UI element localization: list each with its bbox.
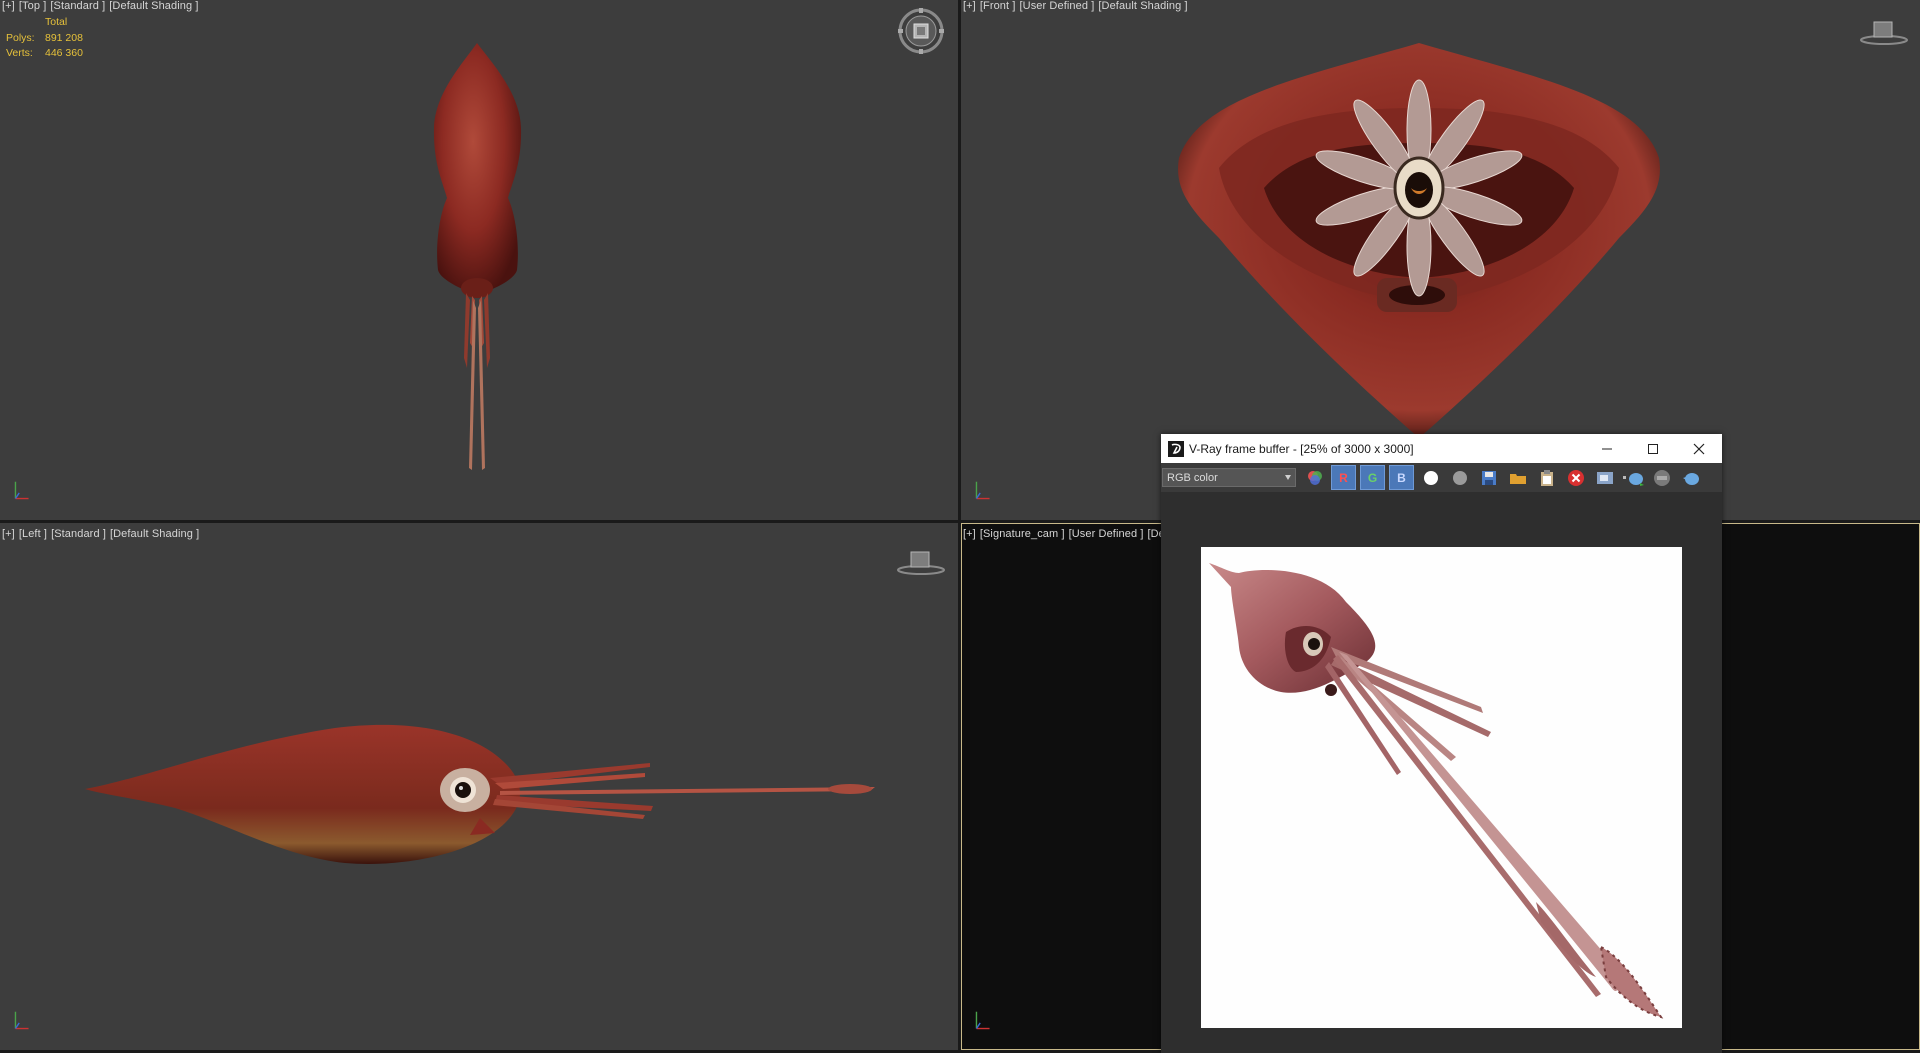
viewport-label[interactable]: [+] [Left ] [Standard ] [Default Shading ] bbox=[2, 528, 203, 540]
viewport-standard-menu[interactable]: [Standard ] bbox=[50, 0, 105, 12]
render-button[interactable] bbox=[1621, 465, 1646, 490]
open-icon bbox=[1509, 473, 1526, 484]
axis-tripod-icon bbox=[975, 481, 990, 500]
color-corrections-icon bbox=[1307, 470, 1322, 485]
region-render-button[interactable] bbox=[1592, 465, 1617, 490]
viewport-label[interactable]: [+] [Signature_cam ] [User Defined ] [De bbox=[963, 528, 1169, 540]
viewport-label[interactable]: [+] [Top ] [Standard ] [Default Shading ] bbox=[2, 0, 203, 12]
squid-side-view bbox=[85, 724, 875, 864]
polys-label: Polys: bbox=[6, 31, 35, 44]
viewport-shading-menu[interactable]: [Default Shading ] bbox=[110, 528, 199, 540]
viewport-view-menu[interactable]: [Top ] bbox=[19, 0, 47, 12]
viewport-view-menu[interactable]: [Signature_cam ] bbox=[980, 528, 1065, 540]
maximize-button[interactable] bbox=[1630, 434, 1676, 463]
rendered-squid-image bbox=[1209, 563, 1664, 1019]
vray-frame-buffer-window[interactable]: V-Ray frame buffer - [25% of 3000 x 3000… bbox=[1161, 434, 1722, 1053]
channel-select[interactable]: RGB color bbox=[1162, 468, 1296, 487]
viewcube-icon[interactable] bbox=[897, 7, 945, 55]
axis-tripod-icon bbox=[14, 1011, 29, 1030]
channel-g-toggle[interactable]: G bbox=[1360, 465, 1385, 490]
render-teapot-icon bbox=[1622, 472, 1644, 486]
stop-render-button[interactable] bbox=[1649, 465, 1674, 490]
gray-dot-icon bbox=[1452, 470, 1467, 485]
axis-tripod-icon bbox=[14, 481, 29, 500]
minimize-button[interactable] bbox=[1584, 434, 1630, 463]
verts-value: 446 360 bbox=[45, 47, 83, 59]
load-image-button[interactable] bbox=[1505, 465, 1530, 490]
viewport-standard-menu[interactable]: [User Defined ] bbox=[1020, 0, 1095, 12]
minimize-icon bbox=[1602, 448, 1612, 449]
clipboard-icon bbox=[1540, 469, 1553, 486]
vfb-title-bar[interactable]: V-Ray frame buffer - [25% of 3000 x 3000… bbox=[1161, 434, 1722, 463]
channel-r-toggle[interactable]: R bbox=[1331, 465, 1356, 490]
close-button[interactable] bbox=[1676, 434, 1722, 463]
copy-to-clipboard-button[interactable] bbox=[1534, 465, 1559, 490]
viewport-view-menu[interactable]: [Front ] bbox=[980, 0, 1016, 12]
polys-value: 891 208 bbox=[45, 31, 83, 44]
save-image-button[interactable] bbox=[1476, 465, 1501, 490]
channel-r-label: R bbox=[1339, 470, 1348, 485]
viewport-standard-menu[interactable]: [User Defined ] bbox=[1069, 528, 1144, 540]
vfb-title: V-Ray frame buffer - [25% of 3000 x 3000… bbox=[1189, 441, 1414, 456]
viewport-plus-menu[interactable]: [+] bbox=[2, 528, 15, 540]
viewport-left[interactable]: [+] [Left ] [Standard ] [Default Shading ] bbox=[0, 523, 958, 1050]
view-white-button[interactable] bbox=[1418, 465, 1443, 490]
maximize-icon bbox=[1648, 443, 1658, 454]
viewport-shading-menu[interactable]: [Default Shading ] bbox=[1098, 0, 1187, 12]
view-mono-button[interactable] bbox=[1447, 465, 1472, 490]
viewport-view-menu[interactable]: [Left ] bbox=[19, 528, 47, 540]
white-dot-icon bbox=[1423, 470, 1438, 485]
scene-statistics: Total Polys: 891 208 Verts: 446 360 bbox=[6, 15, 83, 62]
channel-g-label: G bbox=[1367, 470, 1378, 485]
vray-logo-icon bbox=[1168, 440, 1184, 457]
squid-front-view bbox=[1178, 43, 1660, 438]
viewport-shading-menu[interactable]: [Default Shading ] bbox=[109, 0, 198, 12]
region-icon bbox=[1596, 471, 1613, 484]
chevron-down-icon bbox=[1285, 475, 1291, 480]
close-icon bbox=[1693, 443, 1705, 454]
channel-b-toggle[interactable]: B bbox=[1389, 465, 1414, 490]
render-image[interactable] bbox=[1201, 547, 1682, 1028]
viewport-plus-menu[interactable]: [+] bbox=[963, 0, 976, 12]
viewport-top[interactable]: [+] [Top ] [Standard ] [Default Shading ] T… bbox=[0, 0, 958, 520]
save-icon bbox=[1481, 470, 1496, 485]
verts-label: Verts: bbox=[6, 47, 33, 59]
stop-icon bbox=[1653, 469, 1670, 486]
clear-icon bbox=[1567, 469, 1584, 486]
viewport-plus-menu[interactable]: [+] bbox=[963, 528, 976, 540]
squid-top-view bbox=[433, 43, 522, 470]
vfb-toolbar: RGB color R G B bbox=[1161, 463, 1722, 492]
channel-select-value: RGB color bbox=[1167, 471, 1218, 484]
axis-tripod-icon bbox=[975, 1011, 990, 1030]
color-corrections-button[interactable] bbox=[1302, 465, 1327, 490]
channel-b-label: B bbox=[1397, 470, 1406, 485]
clear-image-button[interactable] bbox=[1563, 465, 1588, 490]
stats-title: Total bbox=[45, 16, 68, 28]
viewcube-icon[interactable] bbox=[1859, 18, 1909, 46]
render-interactive-icon bbox=[1682, 472, 1699, 485]
viewcube-icon[interactable] bbox=[896, 548, 946, 576]
viewport-label[interactable]: [+] [Front ] [User Defined ] [Default Shadi… bbox=[963, 0, 1192, 12]
viewport-standard-menu[interactable]: [Standard ] bbox=[51, 528, 106, 540]
viewport-plus-menu[interactable]: [+] bbox=[2, 0, 15, 12]
interactive-render-button[interactable] bbox=[1678, 465, 1703, 490]
